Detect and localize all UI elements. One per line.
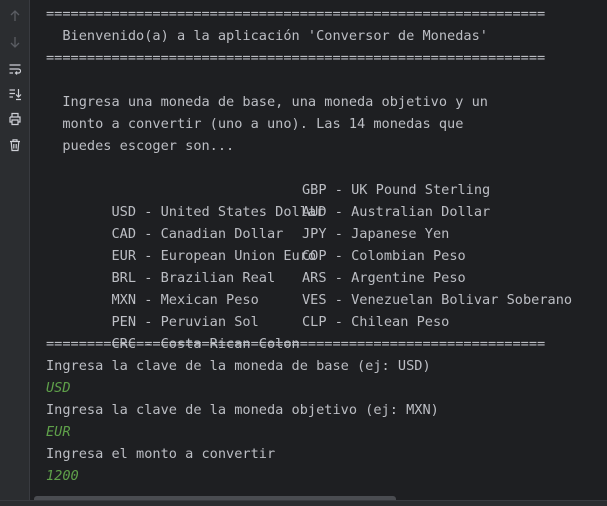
currency-right: ARS - Argentine Peso	[302, 270, 466, 286]
prompt-amount: Ingresa el monto a convertir	[46, 446, 276, 462]
trash-icon[interactable]	[5, 135, 25, 155]
currency-right: GBP - UK Pound Sterling	[302, 182, 491, 198]
currency-right: VES - Venezuelan Bolivar Soberano	[302, 292, 573, 308]
currency-row: CRC - Costa Rican Colon CLP - Chilean Pes…	[46, 311, 449, 352]
run-console-window: ========================================…	[0, 0, 607, 506]
intro-line: puedes escoger son...	[46, 138, 235, 154]
arrow-down-icon[interactable]	[5, 32, 25, 52]
separator-line: ========================================…	[46, 6, 546, 22]
separator-line: ========================================…	[46, 336, 546, 352]
currency-right: CLP - Chilean Peso	[302, 314, 450, 330]
bottom-border	[0, 500, 607, 506]
currency-row: USD - United States Dollar GBP - UK Pound…	[46, 179, 490, 220]
currency-right: AUD - Australian Dollar	[302, 204, 491, 220]
user-input-base-currency: USD	[46, 380, 71, 396]
console-output[interactable]: ========================================…	[30, 0, 607, 492]
arrow-up-icon[interactable]	[5, 6, 25, 26]
console-toolbar	[0, 0, 30, 506]
intro-line: Ingresa una moneda de base, una moneda o…	[46, 94, 488, 110]
print-icon[interactable]	[5, 109, 25, 129]
prompt-base-currency: Ingresa la clave de la moneda de base (e…	[46, 358, 431, 374]
currency-row: BRL - Brazilian Real COP - Colombian Peso	[46, 245, 465, 286]
user-input-amount: 1200	[46, 468, 79, 484]
user-input-target-currency: EUR	[46, 424, 71, 440]
currency-row: CAD - Canadian Dollar AUD - Australian Do…	[46, 201, 490, 242]
currency-row: MXN - Mexican Peso ARS - Argentine Peso	[46, 267, 465, 308]
prompt-target-currency: Ingresa la clave de la moneda objetivo (…	[46, 402, 439, 418]
currency-right: COP - Colombian Peso	[302, 248, 466, 264]
welcome-message: Bienvenido(a) a la aplicación 'Conversor…	[46, 28, 488, 44]
separator-line: ========================================…	[46, 50, 546, 66]
currency-row: PEN - Peruvian Sol VES - Venezuelan Boliv…	[46, 289, 572, 330]
scroll-to-end-icon[interactable]	[5, 84, 25, 104]
soft-wrap-icon[interactable]	[5, 59, 25, 79]
currency-right: JPY - Japanese Yen	[302, 226, 450, 242]
currency-row: EUR - European Union Euro JPY - Japanese …	[46, 223, 449, 264]
intro-line: monto a convertir (uno a uno). Las 14 mo…	[46, 116, 464, 132]
